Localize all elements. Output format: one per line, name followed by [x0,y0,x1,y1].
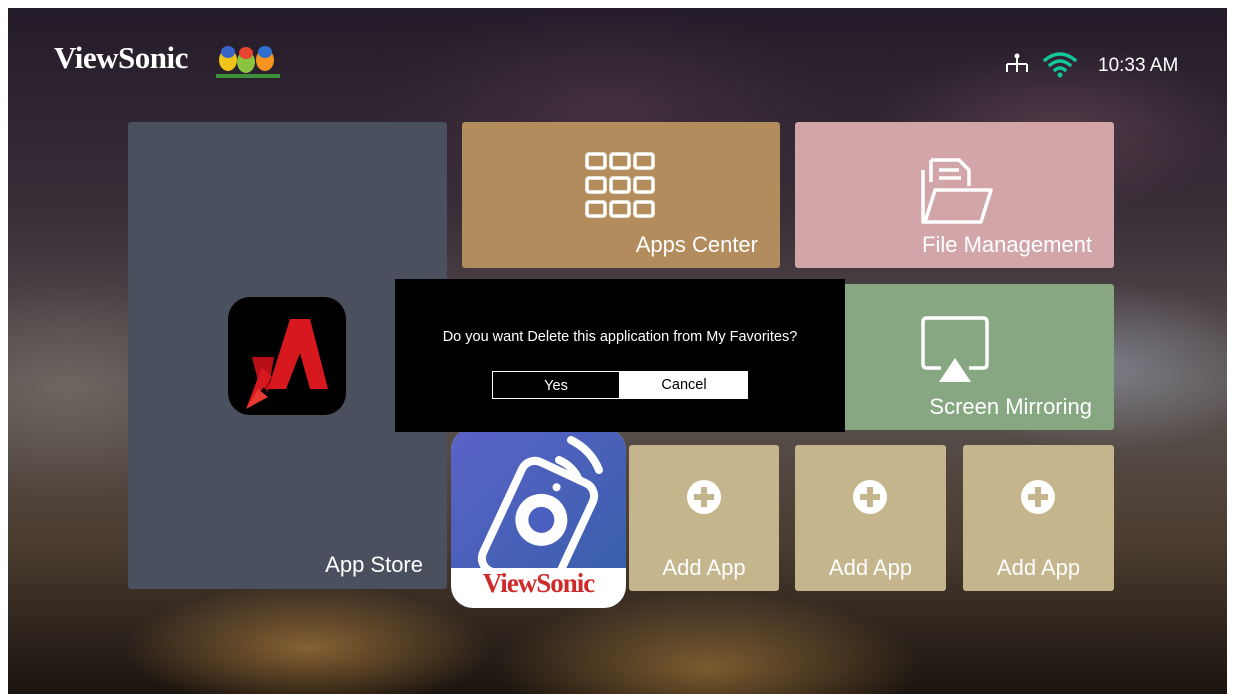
apps-grid-icon [585,152,655,218]
cancel-button[interactable]: Cancel [620,371,748,399]
yes-button[interactable]: Yes [492,371,620,399]
lorikeet-birds-icon [216,46,280,78]
app-store-icon [228,297,346,415]
wifi-icon [1043,52,1077,78]
folder-icon [921,158,993,224]
app-store-label: App Store [325,552,423,577]
home-screen: ViewSonic 10:33 AM App Store Apps Center… [8,8,1227,694]
delete-favorite-dialog: Do you want Delete this application from… [395,279,845,432]
ethernet-icon [1006,53,1028,72]
remote-control-icon [477,436,603,573]
add-plus-icon [1021,480,1055,514]
screen-mirroring-label: Screen Mirroring [929,394,1092,419]
add-app-tile-2[interactable]: Add App [795,445,946,591]
apps-center-label: Apps Center [635,232,758,257]
add-app-tile-3[interactable]: Add App [963,445,1114,591]
dialog-message: Do you want Delete this application from… [442,329,798,345]
file-management-label: File Management [922,232,1092,257]
add-plus-icon [687,480,721,514]
clock: 10:33 AM [1098,55,1179,76]
viewsonic-remote-tile[interactable]: ViewSonic [451,428,626,608]
file-management-tile[interactable]: File Management [795,122,1114,268]
add-app-label: Add App [662,555,746,580]
screen-mirroring-icon [921,316,989,382]
add-app-tile-1[interactable]: Add App [629,445,779,591]
add-app-label: Add App [996,555,1081,580]
viewsonic-logo: ViewSonic [54,40,188,75]
viewsonic-remote-brand: ViewSonic [482,568,596,598]
add-app-label: Add App [828,555,913,580]
add-plus-icon [853,480,887,514]
apps-center-tile[interactable]: Apps Center [462,122,780,268]
